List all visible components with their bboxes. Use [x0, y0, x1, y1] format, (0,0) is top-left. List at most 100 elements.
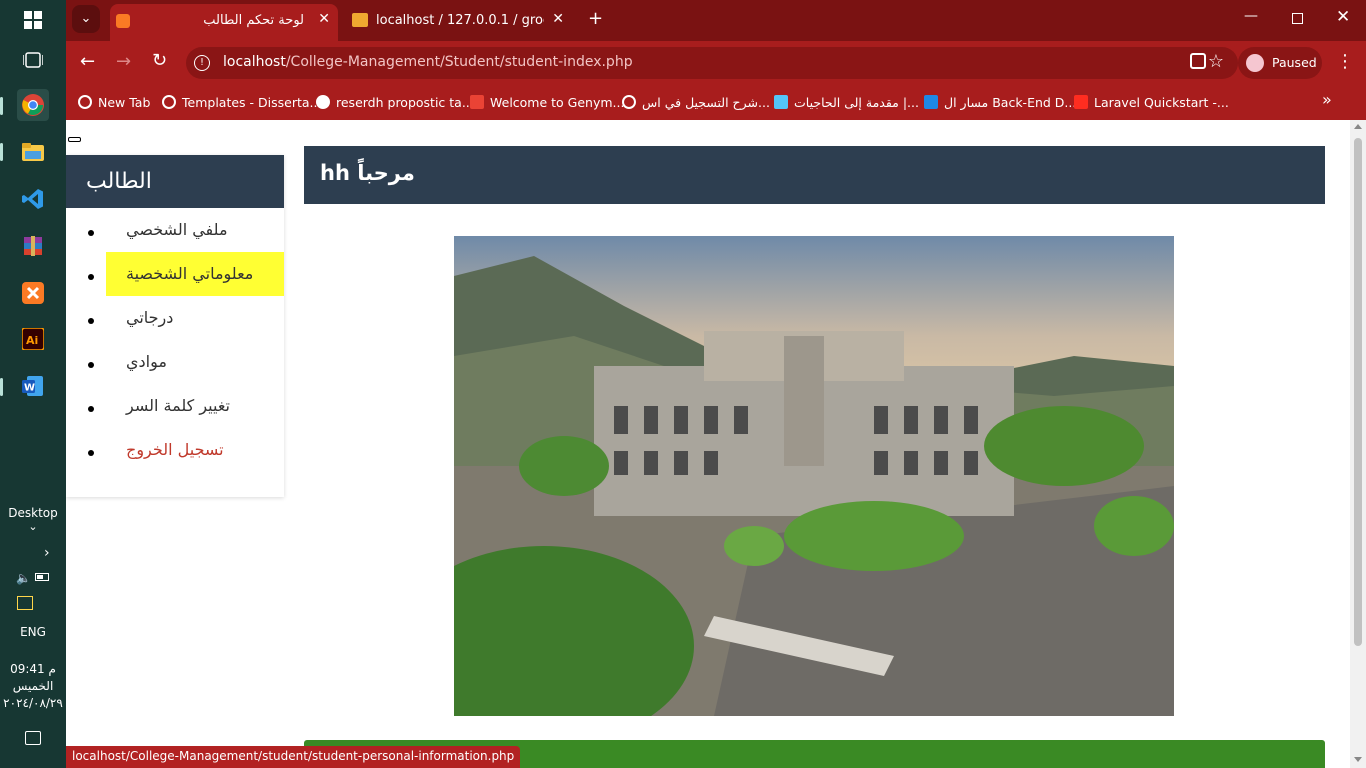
- svg-text:Ai: Ai: [26, 334, 38, 347]
- close-tab-icon[interactable]: ✕: [552, 11, 564, 27]
- sidebar-item-profile[interactable]: ملفي الشخصي: [106, 208, 284, 252]
- close-tab-icon[interactable]: ✕: [318, 11, 330, 27]
- url-path: /College-Management/Student/student-inde…: [285, 54, 633, 70]
- bookmark-item[interactable]: Templates - Disserta...: [162, 92, 321, 112]
- volume-icon[interactable]: 🔈: [16, 571, 31, 585]
- bookmark-item[interactable]: مقدمة إلى الحاجيات |...: [774, 92, 919, 112]
- taskbar: Ai W Desktop ⌄ › 🔈 ENG 09:41 م الخميس ٢٠…: [0, 0, 66, 768]
- xampp-favicon-icon: [116, 14, 130, 28]
- bookmark-label: reserdh propostic ta...: [336, 94, 474, 110]
- reload-icon[interactable]: ↻: [152, 50, 167, 71]
- sidebar-title: الطالب: [66, 155, 284, 208]
- bookmark-label: Welcome to Genym...: [490, 94, 625, 110]
- scrollbar[interactable]: [1350, 120, 1366, 768]
- bookmark-item[interactable]: reserdh propostic ta...: [316, 92, 474, 112]
- new-tab-icon[interactable]: +: [588, 8, 603, 29]
- bullet: [88, 318, 94, 324]
- tab-strip: ⌄ لوحة تحكم الطالب ✕ localhost / 127.0.0…: [66, 0, 1366, 41]
- sidebar: الطالب ملفي الشخصي معلوماتي الشخصية درجا…: [66, 155, 284, 497]
- avatar: [1246, 54, 1264, 72]
- bookmark-item[interactable]: شرح التسجيل في اس...: [622, 92, 770, 112]
- bookmark-label: New Tab: [98, 94, 151, 110]
- double-chevron-down-icon: ⌄: [28, 520, 38, 533]
- bookmark-label: مسار ال Back-End D...: [944, 94, 1077, 110]
- sidebar-item-logout[interactable]: تسجيل الخروج: [106, 428, 284, 472]
- sidebar-item-personal-info[interactable]: معلوماتي الشخصية: [106, 252, 284, 296]
- menu-toggle[interactable]: [68, 137, 81, 142]
- xampp-icon[interactable]: [17, 277, 49, 309]
- sidebar-item-grades[interactable]: درجاتي: [106, 296, 284, 340]
- phpmyadmin-favicon-icon: [352, 13, 368, 27]
- globe-icon: [622, 95, 636, 109]
- bookmarks-bar: New Tab Templates - Disserta... reserdh …: [66, 84, 1366, 120]
- illustrator-icon[interactable]: Ai: [17, 323, 49, 355]
- bullet: [88, 450, 94, 456]
- minimize-icon[interactable]: —: [1244, 8, 1258, 24]
- bullet: [88, 362, 94, 368]
- svg-text:W: W: [24, 383, 35, 394]
- profile-button[interactable]: Paused: [1238, 47, 1322, 79]
- scroll-thumb[interactable]: [1354, 138, 1362, 646]
- flutter-icon: [774, 95, 788, 109]
- scroll-down-icon[interactable]: [1354, 757, 1362, 762]
- bookmark-item[interactable]: Welcome to Genym...: [470, 92, 624, 112]
- google-icon: [316, 95, 330, 109]
- gmail-icon: [470, 95, 484, 109]
- address-bar[interactable]: ! localhost/College-Management/Student/s…: [186, 47, 1238, 79]
- profile-label: Paused: [1272, 55, 1317, 70]
- battery-icon[interactable]: [34, 573, 49, 581]
- back-icon[interactable]: ←: [80, 51, 95, 72]
- vscode-icon[interactable]: [17, 183, 49, 215]
- chevron-right-icon[interactable]: ›: [44, 545, 50, 561]
- bullet: [88, 406, 94, 412]
- bullet: [88, 274, 94, 280]
- bookmark-label: Laravel Quickstart -...: [1094, 94, 1229, 110]
- task-view-icon[interactable]: [17, 44, 49, 76]
- chrome-icon[interactable]: [17, 89, 49, 121]
- clock[interactable]: 09:41 م الخميس ٢٠٢٤/٠٨/٢٩: [0, 661, 66, 712]
- clock-date: ٢٠٢٤/٠٨/٢٩: [3, 696, 63, 710]
- sidebar-item-change-password[interactable]: تغيير كلمة السر: [106, 384, 284, 428]
- status-bar-url: localhost/College-Management/student/stu…: [66, 746, 521, 768]
- page-content: الطالب ملفي الشخصي معلوماتي الشخصية درجا…: [66, 120, 1350, 768]
- winrar-icon[interactable]: [17, 230, 49, 262]
- tab-student-dashboard[interactable]: لوحة تحكم الطالب ✕: [110, 4, 338, 41]
- language-indicator[interactable]: ENG: [0, 625, 66, 639]
- menu-kebab-icon[interactable]: ⋮: [1336, 51, 1354, 72]
- windows-start-icon[interactable]: [17, 4, 49, 36]
- bookmark-item[interactable]: Laravel Quickstart -...: [1074, 92, 1229, 112]
- bullet: [88, 230, 94, 236]
- site-info-icon[interactable]: !: [194, 55, 210, 71]
- globe-icon: [162, 95, 176, 109]
- more-bookmarks-icon[interactable]: »: [1322, 90, 1332, 109]
- laravel-icon: [1074, 95, 1088, 109]
- globe-icon: [78, 95, 92, 109]
- notification-icon[interactable]: [25, 731, 41, 745]
- url-host: localhost: [223, 54, 286, 70]
- restore-icon[interactable]: [1292, 13, 1303, 24]
- bookmark-label: شرح التسجيل في اس...: [642, 94, 770, 110]
- bookmark-item[interactable]: مسار ال Back-End D...: [924, 92, 1076, 112]
- clock-time: 09:41 م: [10, 662, 56, 676]
- sidebar-item-courses[interactable]: موادي: [106, 340, 284, 384]
- file-explorer-icon[interactable]: [17, 136, 49, 168]
- clock-day: الخميس: [12, 679, 54, 693]
- tab-phpmyadmin[interactable]: localhost / 127.0.0.1 / grocery / ✕: [350, 4, 570, 37]
- tab-title: localhost / 127.0.0.1 / grocery /: [376, 13, 544, 28]
- network-icon[interactable]: [17, 596, 33, 610]
- bookmark-star-icon[interactable]: ☆: [1208, 51, 1224, 72]
- desktop-button[interactable]: Desktop ⌄: [0, 506, 66, 533]
- extensions-icon[interactable]: [1190, 53, 1206, 69]
- forward-icon[interactable]: →: [116, 51, 131, 72]
- welcome-banner: مرحباً hh: [304, 146, 1325, 204]
- bookmark-label: Templates - Disserta...: [182, 94, 322, 110]
- bookmark-label: مقدمة إلى الحاجيات |...: [794, 94, 919, 110]
- e-icon: [924, 95, 938, 109]
- close-window-icon[interactable]: ✕: [1336, 7, 1350, 27]
- tab-search-button[interactable]: ⌄: [72, 5, 100, 33]
- campus-photo: [454, 236, 1174, 716]
- scroll-up-icon[interactable]: [1354, 124, 1362, 129]
- tab-title: لوحة تحكم الطالب: [203, 13, 304, 28]
- word-icon[interactable]: W: [17, 370, 49, 402]
- bookmark-item[interactable]: New Tab: [78, 92, 150, 112]
